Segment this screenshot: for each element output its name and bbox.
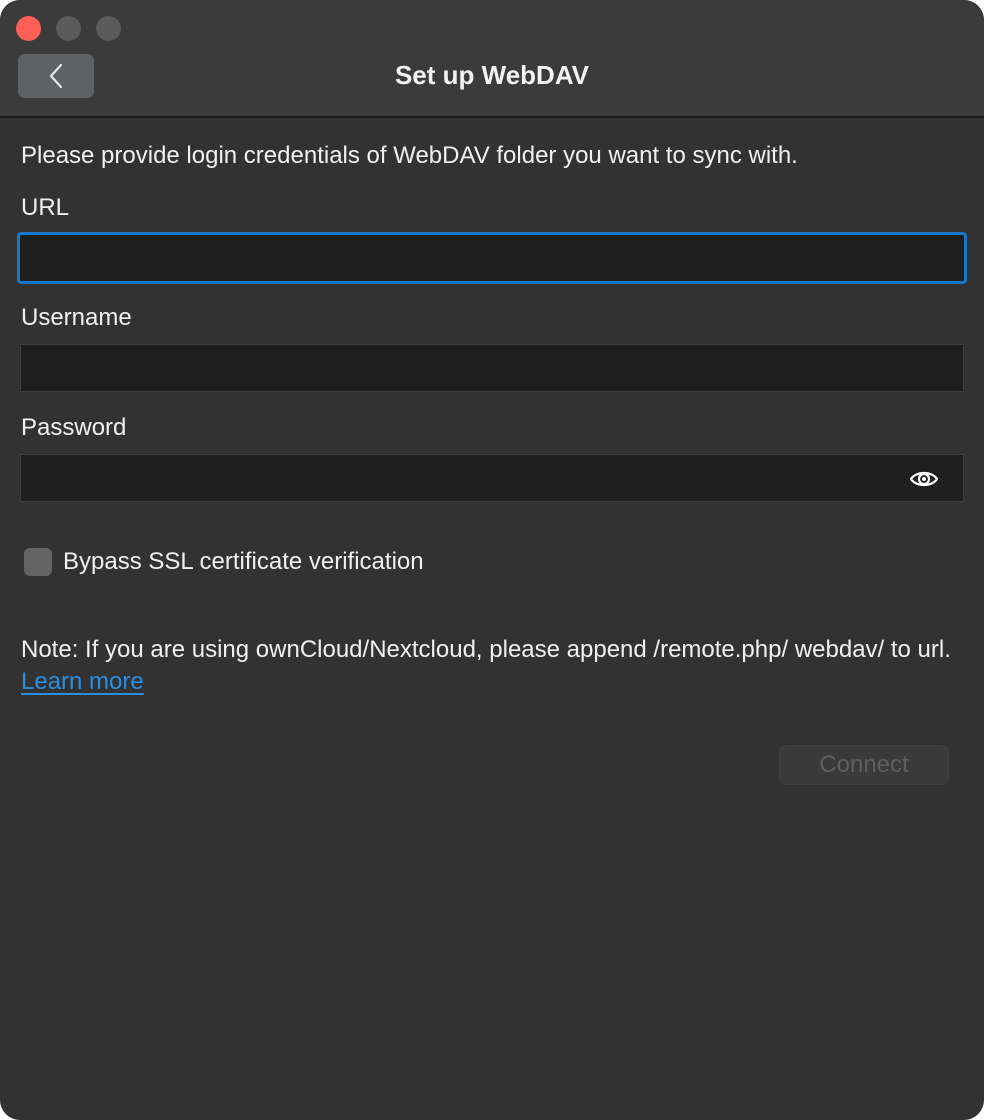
- eye-icon: [909, 471, 939, 487]
- nextcloud-note: Note: If you are using ownCloud/Nextclou…: [21, 634, 961, 698]
- webdav-setup-window: Set up WebDAV Please provide login crede…: [0, 0, 984, 1120]
- window-minimize-button[interactable]: [56, 16, 81, 41]
- note-text: Note: If you are using ownCloud/Nextclou…: [21, 636, 951, 663]
- username-label: Username: [21, 304, 132, 331]
- reveal-password-button[interactable]: [906, 463, 942, 495]
- ssl-bypass-option[interactable]: Bypass SSL certificate verification: [24, 546, 424, 578]
- password-input[interactable]: [20, 454, 964, 502]
- window-zoom-button[interactable]: [96, 16, 121, 41]
- ssl-bypass-label: Bypass SSL certificate verification: [63, 548, 424, 575]
- learn-more-link[interactable]: Learn more: [21, 668, 144, 695]
- window-title: Set up WebDAV: [394, 60, 590, 90]
- intro-text: Please provide login credentials of WebD…: [21, 142, 798, 169]
- url-label: URL: [21, 194, 70, 221]
- title-bar: Set up WebDAV: [0, 0, 984, 118]
- connect-button[interactable]: Connect: [779, 745, 949, 785]
- window-close-button[interactable]: [16, 16, 41, 41]
- url-input[interactable]: [17, 232, 967, 284]
- username-input[interactable]: [20, 344, 964, 392]
- ssl-bypass-checkbox[interactable]: [24, 548, 52, 576]
- password-label: Password: [21, 414, 127, 441]
